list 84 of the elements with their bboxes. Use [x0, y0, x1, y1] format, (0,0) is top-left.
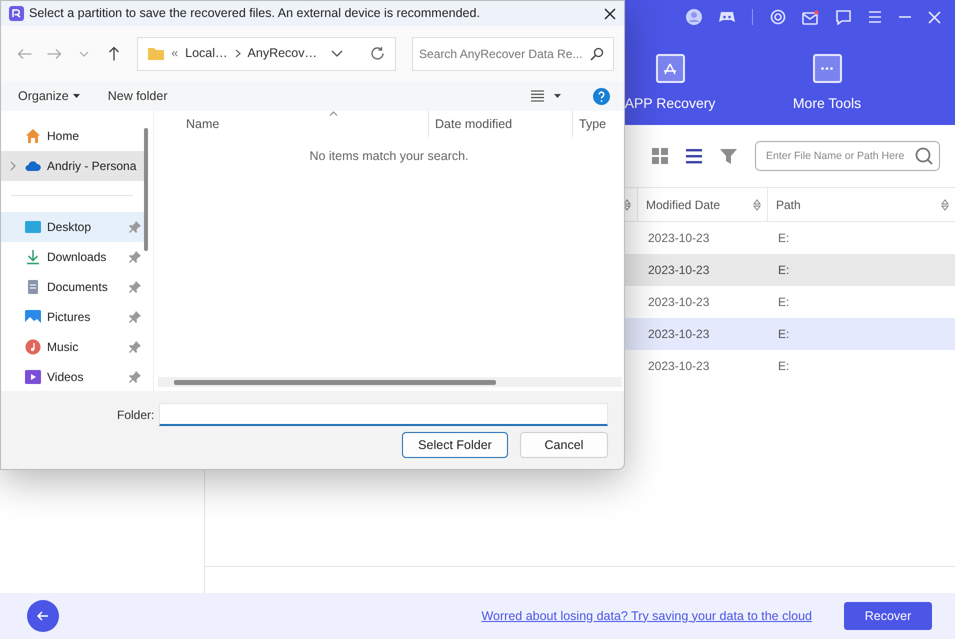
- folder-icon: [148, 47, 164, 60]
- empty-message: No items match your search.: [309, 149, 469, 163]
- more-icon: [821, 67, 833, 70]
- sort-icon[interactable]: [623, 198, 631, 210]
- table-row[interactable]: 2023-10-23 E:: [623, 318, 955, 350]
- pin-icon[interactable]: [129, 251, 141, 263]
- sort-up-icon[interactable]: [329, 110, 338, 116]
- column-header[interactable]: Type: [579, 114, 606, 134]
- nav-item[interactable]: Desktop: [1, 212, 145, 242]
- table-cell-text: E:: [777, 358, 790, 375]
- scrollbar-thumb[interactable]: [144, 128, 148, 251]
- left-arrow-icon: [16, 48, 32, 60]
- address-bar[interactable]: « Local… AnyRecov…: [137, 36, 396, 70]
- up-arrow-icon: [108, 46, 120, 61]
- music-icon: [25, 339, 41, 355]
- gamepad-icon[interactable]: [718, 10, 736, 24]
- table-cell-text: E:: [777, 326, 790, 343]
- table-cell-text: 2023-10-23: [647, 294, 710, 311]
- chevron-right-icon: [234, 49, 241, 58]
- list-view-icon[interactable]: [686, 148, 702, 164]
- table-cell-text: 2023-10-23: [647, 230, 710, 247]
- help-icon[interactable]: [593, 88, 610, 104]
- divider-icon: [752, 9, 754, 25]
- breadcrumb-item[interactable]: Local…: [185, 44, 228, 63]
- field-label: Folder:: [117, 406, 154, 424]
- table-cell-text: 2023-10-23: [647, 358, 710, 375]
- menu-icon[interactable]: [868, 11, 882, 23]
- pin-icon[interactable]: [129, 221, 141, 233]
- target-icon[interactable]: [770, 9, 786, 25]
- column-header[interactable]: Path: [776, 196, 801, 214]
- scrollbar-thumb[interactable]: [174, 380, 496, 385]
- left-arrow-icon: [37, 610, 49, 622]
- search-field[interactable]: Enter File Name or Path Here: [755, 141, 940, 171]
- view-options-icon[interactable]: [531, 90, 544, 102]
- search-icon[interactable]: [915, 147, 933, 165]
- chat-icon[interactable]: [835, 10, 852, 24]
- caret-icon: [72, 94, 80, 98]
- window-title: Select a partition to save the recovered files. An external device is recommended.: [29, 5, 481, 22]
- home-icon: [25, 128, 41, 144]
- mail-icon[interactable]: [802, 10, 819, 24]
- grid-view-icon[interactable]: [652, 148, 668, 164]
- cancel-button[interactable]: Cancel: [520, 432, 608, 458]
- nav-tab[interactable]: More Tools: [767, 34, 887, 125]
- table-cell-text: E:: [777, 262, 790, 279]
- cloud-link[interactable]: Worred about losing data? Try saving your data to the cloud: [481, 606, 812, 626]
- sort-icon[interactable]: [941, 198, 949, 210]
- breadcrumb-chevron[interactable]: «: [171, 44, 178, 63]
- refresh-icon[interactable]: [370, 46, 386, 61]
- pin-icon[interactable]: [129, 371, 141, 383]
- select-folder-button[interactable]: Select Folder: [402, 432, 508, 458]
- table-cell-text: 2023-10-23: [647, 326, 710, 343]
- back-button[interactable]: [27, 600, 59, 632]
- avatar-icon[interactable]: [686, 9, 702, 25]
- desktop-icon: [25, 219, 41, 235]
- recover-button[interactable]: Recover: [844, 602, 932, 630]
- sort-icon[interactable]: [753, 198, 761, 210]
- filter-icon[interactable]: [720, 148, 737, 164]
- table-cell-text: E:: [777, 230, 790, 247]
- folder-field[interactable]: [159, 403, 608, 426]
- pin-icon[interactable]: [129, 281, 141, 293]
- caret-icon[interactable]: [554, 94, 561, 98]
- search-icon[interactable]: [590, 46, 604, 60]
- nav-item[interactable]: Andriy - Persona: [1, 151, 145, 181]
- close-icon[interactable]: [604, 8, 616, 20]
- app-logo-icon: [9, 6, 24, 21]
- column-header[interactable]: Name: [186, 114, 220, 134]
- breadcrumb-item[interactable]: AnyRecov…: [248, 44, 318, 63]
- downloads-icon: [25, 249, 41, 265]
- chevron-right-icon[interactable]: [10, 161, 16, 171]
- documents-icon: [25, 279, 41, 295]
- chevron-down-icon[interactable]: [331, 50, 344, 58]
- new-folder-button[interactable]: New folder: [102, 86, 172, 106]
- chevron-down-icon: [79, 50, 90, 56]
- table-cell-text: 2023-10-23: [647, 262, 710, 279]
- column-header[interactable]: Date modified: [435, 114, 512, 134]
- videos-icon: [25, 369, 41, 385]
- pin-icon[interactable]: [129, 311, 141, 323]
- column-header[interactable]: Modified Date: [646, 196, 720, 214]
- pin-icon[interactable]: [129, 341, 141, 353]
- table-cell-text: E:: [777, 294, 790, 311]
- organize-button[interactable]: Organize: [13, 86, 85, 106]
- pictures-icon: [25, 309, 41, 325]
- table-row[interactable]: 2023-10-23 E:: [623, 254, 955, 286]
- right-arrow-icon: [46, 48, 62, 60]
